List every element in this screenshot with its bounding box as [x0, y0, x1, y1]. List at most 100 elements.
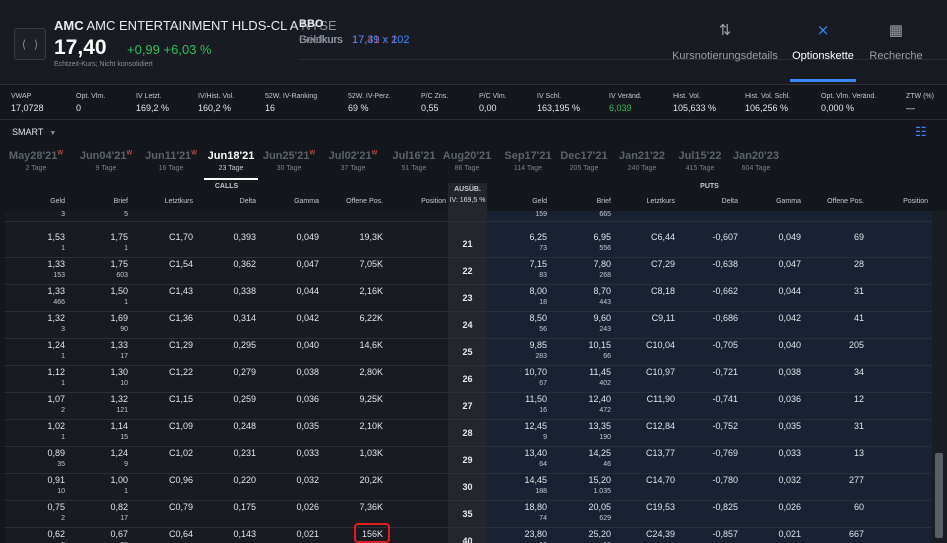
- strike-price[interactable]: 35: [448, 509, 487, 519]
- put-open-interest: 69: [853, 232, 864, 242]
- expiration-tabs: May28'21W 2 Tage Jun04'21W 9 Tage Jun11'21W 1…: [0, 150, 947, 180]
- stat-ztw: ZTW (%) —: [906, 93, 934, 113]
- strike-price[interactable]: 27: [448, 401, 487, 411]
- strike-price[interactable]: 25: [448, 347, 487, 357]
- column-header[interactable]: Letztkurs: [165, 198, 193, 205]
- call-gamma: 0,033: [296, 448, 319, 458]
- put-last: C6,44: [650, 232, 675, 242]
- call-bid: 0,75: [47, 502, 65, 512]
- strike-price[interactable]: 24: [448, 320, 487, 330]
- put-open-interest: 12: [853, 394, 864, 404]
- strike-price[interactable]: 22: [448, 266, 487, 276]
- column-header[interactable]: Position: [903, 198, 928, 205]
- column-header[interactable]: Offene Pos.: [827, 198, 864, 205]
- put-delta: -0,607: [712, 232, 738, 242]
- weekly-flag: W: [126, 150, 133, 157]
- column-header[interactable]: Offene Pos.: [346, 198, 383, 205]
- call-bid-size: 3: [61, 326, 65, 333]
- route-select[interactable]: SMART ▼: [12, 127, 56, 137]
- column-header[interactable]: Geld: [50, 198, 65, 205]
- table-row[interactable]: 0,89 35 1,24 9 C1,02 0,231 0,033 1,03K 29 13,40 64…: [5, 447, 932, 474]
- call-ask-size: 1: [124, 488, 128, 495]
- call-last: C0,64: [168, 529, 193, 539]
- column-header[interactable]: Brief: [114, 198, 128, 205]
- put-bid-size: 74: [539, 515, 547, 522]
- strike-price[interactable]: 28: [448, 428, 487, 438]
- expiration-tab[interactable]: Dec17'21 205 Tage: [553, 150, 615, 172]
- table-row[interactable]: 0,75 2 0,82 17 C0,79 0,175 0,026 7,36K 35 18,80 74…: [5, 501, 932, 528]
- put-delta: -0,741: [712, 394, 738, 404]
- strike-price[interactable]: 23: [448, 293, 487, 303]
- call-open-interest: 9,25K: [359, 394, 383, 404]
- table-row[interactable]: 1,53 1 1,75 1 C1,70 0,393 0,049 19,3K 21 6,25 73 6,…: [5, 231, 932, 258]
- strike-price[interactable]: 30: [448, 482, 487, 492]
- expiration-tab[interactable]: Jun18'21 23 Tage: [200, 150, 262, 180]
- column-header[interactable]: Letztkurs: [647, 198, 675, 205]
- expiration-tab[interactable]: Jun11'21W 16 Tage: [140, 150, 202, 172]
- expiration-tab[interactable]: Aug20'21 86 Tage: [436, 150, 498, 172]
- vertical-scrollbar[interactable]: [932, 211, 947, 543]
- table-row[interactable]: 1,24 1 1,33 17 C1,29 0,295 0,040 14,6K 25 9,85 283…: [5, 339, 932, 366]
- chevron-right-icon[interactable]: ⟩: [34, 38, 38, 51]
- column-header[interactable]: Delta: [240, 198, 256, 205]
- expiration-tab[interactable]: Jun25'21W 30 Tage: [258, 150, 320, 172]
- chevron-left-icon[interactable]: ⟨: [22, 38, 26, 51]
- scrollbar-thumb[interactable]: [935, 453, 943, 538]
- call-last: C1,36: [168, 313, 193, 323]
- table-row[interactable]: 1,33 153 1,75 603 C1,54 0,362 0,047 7,05K 22 7,15…: [5, 258, 932, 285]
- expiration-tab[interactable]: Jun04'21W 9 Tage: [75, 150, 137, 172]
- call-ask: 1,75: [110, 259, 128, 269]
- put-bid: 9,85: [529, 340, 547, 350]
- put-ask: 9,60: [593, 313, 611, 323]
- expiration-tab[interactable]: Jan21'22 240 Tage: [611, 150, 673, 172]
- strike-price[interactable]: 29: [448, 455, 487, 465]
- table-row[interactable]: 1,12 1 1,30 10 C1,22 0,279 0,038 2,80K 26 10,70 67…: [5, 366, 932, 393]
- put-delta: -0,721: [712, 367, 738, 377]
- expiration-tab[interactable]: Jul02'21W 37 Tage: [322, 150, 384, 172]
- strike-price[interactable]: 26: [448, 374, 487, 384]
- strike-price[interactable]: 21: [448, 239, 487, 249]
- column-header[interactable]: Geld: [532, 198, 547, 205]
- table-row[interactable]: 0,91 10 1,00 1 C0,96 0,220 0,032 20,2K 30 14,45 18…: [5, 474, 932, 501]
- realtime-note: Echtzeit-Kurs; Nicht konsolidiert: [54, 61, 153, 68]
- stat-iv-hist: IV/Hist. Vol. 160,2 %: [198, 93, 235, 113]
- call-last: C1,54: [168, 259, 193, 269]
- bid-size: 3: [61, 211, 65, 218]
- days-to-expiry: 30 Tage: [276, 165, 302, 172]
- tab-option-chain[interactable]: ⨯ Optionskette: [790, 20, 856, 82]
- table-row[interactable]: 0,6220,6725C0,640,1430,021156K4023,80102…: [5, 523, 932, 543]
- call-last: C0,79: [168, 502, 193, 512]
- expiration-date: Dec17'21: [560, 150, 608, 162]
- call-gamma: 0,042: [296, 313, 319, 323]
- table-row[interactable]: 1,02 1 1,14 15 C1,09 0,248 0,035 2,10K 28 12,45 9 1…: [5, 420, 932, 447]
- table-row[interactable]: 3 5 159 665: [5, 211, 932, 222]
- table-row[interactable]: 1,32 3 1,69 90 C1,36 0,314 0,042 6,22K 24 8,50 56 9…: [5, 312, 932, 339]
- put-last: C7,29: [650, 259, 675, 269]
- table-row[interactable]: 1,33 466 1,50 1 C1,43 0,338 0,044 2,16K 23 8,00 18…: [5, 285, 932, 312]
- tab-research[interactable]: ▦ Recherche: [868, 20, 924, 82]
- column-header[interactable]: Delta: [722, 198, 738, 205]
- column-header[interactable]: Gamma: [776, 198, 801, 205]
- column-header[interactable]: Brief: [597, 198, 611, 205]
- put-delta: -0,780: [712, 475, 738, 485]
- filter-settings-icon[interactable]: ☷: [915, 124, 927, 140]
- put-ask-size: 556: [599, 245, 611, 252]
- expiration-tab[interactable]: Jul15'22 415 Tage: [669, 150, 731, 172]
- days-to-expiry: 114 Tage: [513, 165, 543, 172]
- put-bid-size: 18: [539, 299, 547, 306]
- column-header[interactable]: Position: [421, 198, 446, 205]
- put-bid-size: 64: [539, 461, 547, 468]
- expiration-tab[interactable]: Jan20'23 604 Tage: [725, 150, 787, 172]
- weekly-flag: W: [191, 150, 197, 157]
- expiration-tab[interactable]: Sep17'21 114 Tage: [497, 150, 559, 172]
- strike-price[interactable]: 40: [448, 536, 487, 543]
- weekly-flag: W: [309, 150, 316, 157]
- tab-quote-details[interactable]: ⇅ Kursnotierungsdetails: [672, 20, 778, 82]
- call-last: C0,96: [168, 475, 193, 485]
- table-row[interactable]: 1,07 2 1,32 121 C1,15 0,259 0,036 9,25K 27 11,50 1…: [5, 393, 932, 420]
- nav-arrows[interactable]: ⟨ ⟩: [14, 28, 46, 60]
- put-gamma: 0,036: [778, 394, 801, 404]
- column-header[interactable]: Gamma: [294, 198, 319, 205]
- expiration-tab[interactable]: May28'21W 2 Tage: [5, 150, 67, 172]
- call-open-interest: 19,3K: [359, 232, 383, 242]
